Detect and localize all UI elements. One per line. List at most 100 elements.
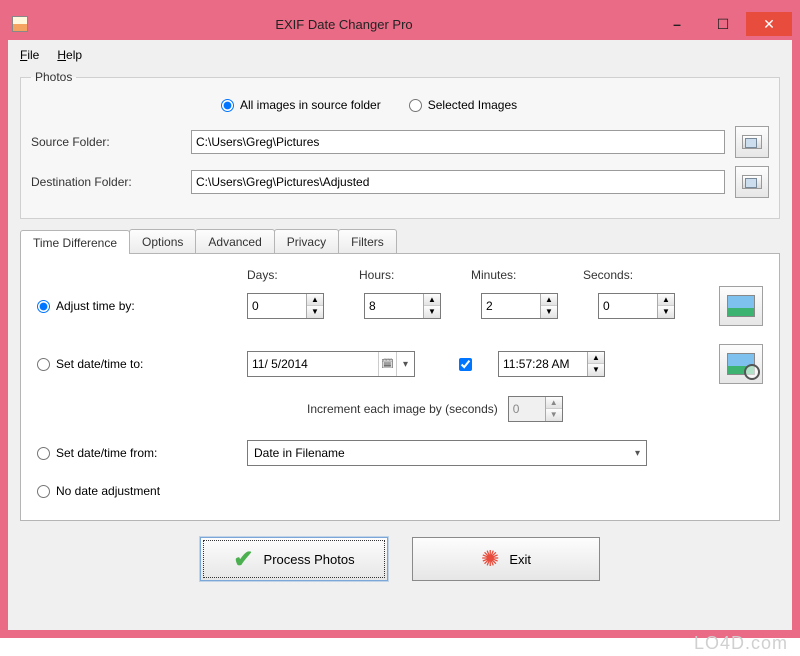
pick-image-zoom-button[interactable]	[719, 344, 763, 384]
radio-all-images[interactable]: All images in source folder	[221, 98, 381, 112]
radio-all-images-input[interactable]	[221, 99, 234, 112]
set-date-from-row: Set date/time from: Date in Filename ▾	[37, 440, 763, 466]
radio-selected-images-input[interactable]	[409, 99, 422, 112]
window-title: EXIF Date Changer Pro	[34, 17, 654, 32]
spin-down-icon: ▼	[546, 409, 562, 421]
menubar: File Help	[16, 44, 784, 70]
time-enabled-checkbox[interactable]	[459, 358, 472, 371]
dest-folder-row: Destination Folder:	[31, 166, 769, 198]
tab-content: Days: Hours: Minutes: Seconds: Adjust ti…	[20, 253, 780, 521]
spin-up-icon: ▲	[546, 397, 562, 409]
watermark: LO4D.com	[694, 633, 788, 654]
tab-filters[interactable]: Filters	[338, 229, 397, 253]
tab-advanced[interactable]: Advanced	[195, 229, 274, 253]
radio-set-date-from[interactable]	[37, 447, 50, 460]
dest-folder-label: Destination Folder:	[31, 175, 181, 189]
folder-icon	[742, 135, 762, 149]
duration-headers: Days: Hours: Minutes: Seconds:	[247, 268, 763, 282]
time-input[interactable]	[499, 357, 587, 371]
date-input[interactable]	[248, 357, 378, 371]
spin-up-icon[interactable]: ▲	[541, 294, 557, 306]
radio-set-date-time-label: Set date/time to:	[56, 357, 143, 371]
process-photos-button[interactable]: ✔ Process Photos	[200, 537, 388, 581]
exit-button[interactable]: ✺ Exit	[412, 537, 600, 581]
header-seconds: Seconds:	[583, 268, 695, 282]
days-spinner[interactable]: ▲▼	[247, 293, 324, 319]
spin-up-icon[interactable]: ▲	[658, 294, 674, 306]
client-area: File Help Photos All images in source fo…	[8, 40, 792, 630]
header-hours: Hours:	[359, 268, 471, 282]
minutes-spinner[interactable]: ▲▼	[481, 293, 558, 319]
source-folder-input[interactable]	[191, 130, 725, 154]
tab-privacy[interactable]: Privacy	[274, 229, 339, 253]
app-window: EXIF Date Changer Pro – ☐ ✕ File Help Ph…	[0, 0, 800, 638]
increment-input	[509, 402, 545, 416]
maximize-button[interactable]: ☐	[700, 12, 746, 36]
spin-down-icon[interactable]: ▼	[307, 306, 323, 318]
folder-icon	[742, 175, 762, 189]
radio-set-date-from-label: Set date/time from:	[56, 446, 157, 460]
checkmark-icon: ✔	[233, 545, 253, 574]
menu-file[interactable]: File	[20, 48, 39, 62]
tab-options[interactable]: Options	[129, 229, 196, 253]
hours-spinner[interactable]: ▲▼	[364, 293, 441, 319]
window-controls: – ☐ ✕	[654, 12, 792, 36]
app-icon	[12, 16, 28, 32]
radio-no-adjustment-label: No date adjustment	[56, 484, 160, 498]
browse-source-button[interactable]	[735, 126, 769, 158]
spin-up-icon[interactable]: ▲	[588, 352, 604, 364]
burst-icon: ✺	[481, 546, 499, 572]
calendar-icon[interactable]: 🗓	[378, 352, 396, 376]
tab-time-difference[interactable]: Time Difference	[20, 230, 130, 254]
spin-down-icon[interactable]: ▼	[424, 306, 440, 318]
radio-set-date-time[interactable]	[37, 358, 50, 371]
browse-dest-button[interactable]	[735, 166, 769, 198]
adjust-time-row: Adjust time by: ▲▼ ▲▼ ▲▼	[37, 286, 763, 326]
chevron-down-icon[interactable]: ▾	[396, 352, 414, 376]
radio-all-images-label: All images in source folder	[240, 98, 381, 112]
spin-down-icon[interactable]: ▼	[541, 306, 557, 318]
tabstrip: Time Difference Options Advanced Privacy…	[20, 229, 784, 253]
time-picker[interactable]: ▲▼	[498, 351, 605, 377]
process-photos-label: Process Photos	[264, 552, 355, 567]
date-picker[interactable]: 🗓 ▾	[247, 351, 415, 377]
dest-folder-input[interactable]	[191, 170, 725, 194]
titlebar: EXIF Date Changer Pro – ☐ ✕	[8, 8, 792, 40]
photos-group: Photos All images in source folder Selec…	[20, 70, 780, 219]
pick-image-button[interactable]	[719, 286, 763, 326]
exit-label: Exit	[509, 552, 531, 567]
source-folder-row: Source Folder:	[31, 126, 769, 158]
header-days: Days:	[247, 268, 359, 282]
spin-down-icon[interactable]: ▼	[588, 364, 604, 376]
seconds-input[interactable]	[599, 299, 657, 313]
spin-down-icon[interactable]: ▼	[658, 306, 674, 318]
radio-selected-images[interactable]: Selected Images	[409, 98, 517, 112]
days-input[interactable]	[248, 299, 306, 313]
date-source-value: Date in Filename	[254, 446, 345, 460]
spin-up-icon[interactable]: ▲	[307, 294, 323, 306]
radio-adjust-time[interactable]	[37, 300, 50, 313]
image-scope-radios: All images in source folder Selected Ima…	[221, 98, 769, 112]
minimize-button[interactable]: –	[654, 12, 700, 36]
increment-row: Increment each image by (seconds) ▲▼	[307, 396, 763, 422]
set-date-time-row: Set date/time to: 🗓 ▾ ▲▼	[37, 344, 763, 384]
picture-magnify-icon	[727, 353, 755, 375]
no-adjust-row: No date adjustment	[37, 484, 763, 498]
photos-legend: Photos	[31, 70, 76, 84]
hours-input[interactable]	[365, 299, 423, 313]
radio-adjust-time-label: Adjust time by:	[56, 299, 135, 313]
menu-help[interactable]: Help	[57, 48, 82, 62]
increment-spinner: ▲▼	[508, 396, 563, 422]
spin-up-icon[interactable]: ▲	[424, 294, 440, 306]
chevron-down-icon: ▾	[635, 448, 640, 459]
picture-icon	[727, 295, 755, 317]
date-source-combo[interactable]: Date in Filename ▾	[247, 440, 647, 466]
minutes-input[interactable]	[482, 299, 540, 313]
seconds-spinner[interactable]: ▲▼	[598, 293, 675, 319]
radio-no-adjustment[interactable]	[37, 485, 50, 498]
close-button[interactable]: ✕	[746, 12, 792, 36]
footer-buttons: ✔ Process Photos ✺ Exit	[16, 537, 784, 581]
header-minutes: Minutes:	[471, 268, 583, 282]
radio-selected-images-label: Selected Images	[428, 98, 517, 112]
increment-label: Increment each image by (seconds)	[307, 402, 498, 416]
